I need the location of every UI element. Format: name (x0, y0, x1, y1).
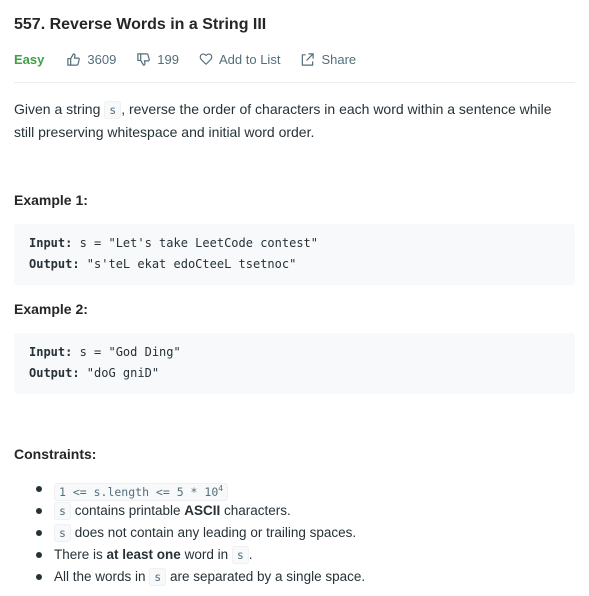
input-value: s = "Let's take LeetCode contest" (72, 236, 318, 250)
output-label: Output: (29, 366, 80, 380)
constraint-text: characters. (220, 503, 291, 518)
inline-code-s: s (231, 546, 249, 564)
constraint-length-code: 1 <= s.length <= 5 * 104 (54, 483, 229, 501)
input-value: s = "God Ding" (72, 345, 181, 359)
problem-meta-bar: Easy 3609 199 Add to List Share (14, 51, 376, 67)
constraint-text: There is (54, 547, 107, 562)
dislike-count: 199 (157, 51, 179, 67)
constraint-item: All the words in s are separated by a si… (14, 566, 575, 588)
problem-description: Given a string s, reverse the order of c… (14, 98, 575, 143)
constraints-list: 1 <= s.length <= 5 * 104 s contains prin… (14, 478, 575, 588)
problem-page: 557. Reverse Words in a String III Easy … (0, 0, 589, 596)
input-label: Input: (29, 345, 73, 359)
like-button[interactable]: 3609 (66, 52, 116, 67)
input-label: Input: (29, 236, 73, 250)
thumbs-down-icon (137, 52, 151, 66)
constraint-bold: ASCII (184, 503, 221, 518)
example-1-block: Input: s = "Let's take LeetCode contest"… (14, 224, 575, 285)
inline-code-s: s (54, 502, 71, 520)
constraint-text: contains printable (70, 503, 185, 518)
example-1-input-line: Input: s = "Let's take LeetCode contest" (29, 233, 560, 254)
constraint-item: s contains printable ASCII characters. (14, 500, 575, 522)
header-divider (14, 82, 575, 83)
description-text-1: Given a string (14, 101, 105, 117)
output-label: Output: (29, 257, 80, 271)
output-value: "s'teL ekat edoCteeL tsetnoc" (79, 257, 297, 271)
difficulty-badge: Easy (14, 51, 45, 67)
add-to-list-label: Add to List (219, 51, 281, 67)
share-button[interactable]: Share (300, 52, 356, 67)
like-count: 3609 (87, 51, 117, 67)
share-label: Share (321, 51, 357, 67)
constraint-item: There is at least one word in s. (14, 544, 575, 566)
constraint-text: All the words in (54, 569, 150, 584)
thumbs-up-icon (67, 52, 81, 66)
dislike-button[interactable]: 199 (136, 52, 179, 67)
constraint-length-text: 1 <= s.length <= 5 * 10 (59, 485, 219, 499)
constraint-length-exponent: 4 (218, 484, 224, 493)
heart-icon (199, 53, 213, 65)
output-value: "doG gniD" (79, 366, 160, 380)
constraint-item: 1 <= s.length <= 5 * 104 (14, 478, 575, 501)
add-to-list-button[interactable]: Add to List (199, 52, 280, 67)
problem-title: 557. Reverse Words in a String III (14, 16, 267, 33)
constraint-text: are separated by a single space. (166, 569, 366, 584)
constraints-heading: Constraints: (14, 446, 97, 462)
example-2-block: Input: s = "God Ding" Output: "doG gniD" (14, 333, 575, 394)
constraint-text: does not contain any leading or trailing… (70, 525, 357, 540)
constraint-text: word in (180, 547, 232, 562)
example-2-input-line: Input: s = "God Ding" (29, 342, 560, 363)
inline-code-s: s (149, 568, 167, 586)
constraint-item: s does not contain any leading or traili… (14, 522, 575, 544)
inline-code-s: s (54, 524, 71, 542)
example-2-heading: Example 2: (14, 301, 88, 317)
example-1-heading: Example 1: (14, 192, 88, 208)
example-1-output-line: Output: "s'teL ekat edoCteeL tsetnoc" (29, 254, 560, 275)
constraint-text: . (248, 547, 253, 562)
constraint-bold: at least one (106, 547, 181, 562)
inline-code-s: s (104, 101, 122, 119)
share-icon (302, 52, 315, 66)
example-2-output-line: Output: "doG gniD" (29, 363, 560, 384)
